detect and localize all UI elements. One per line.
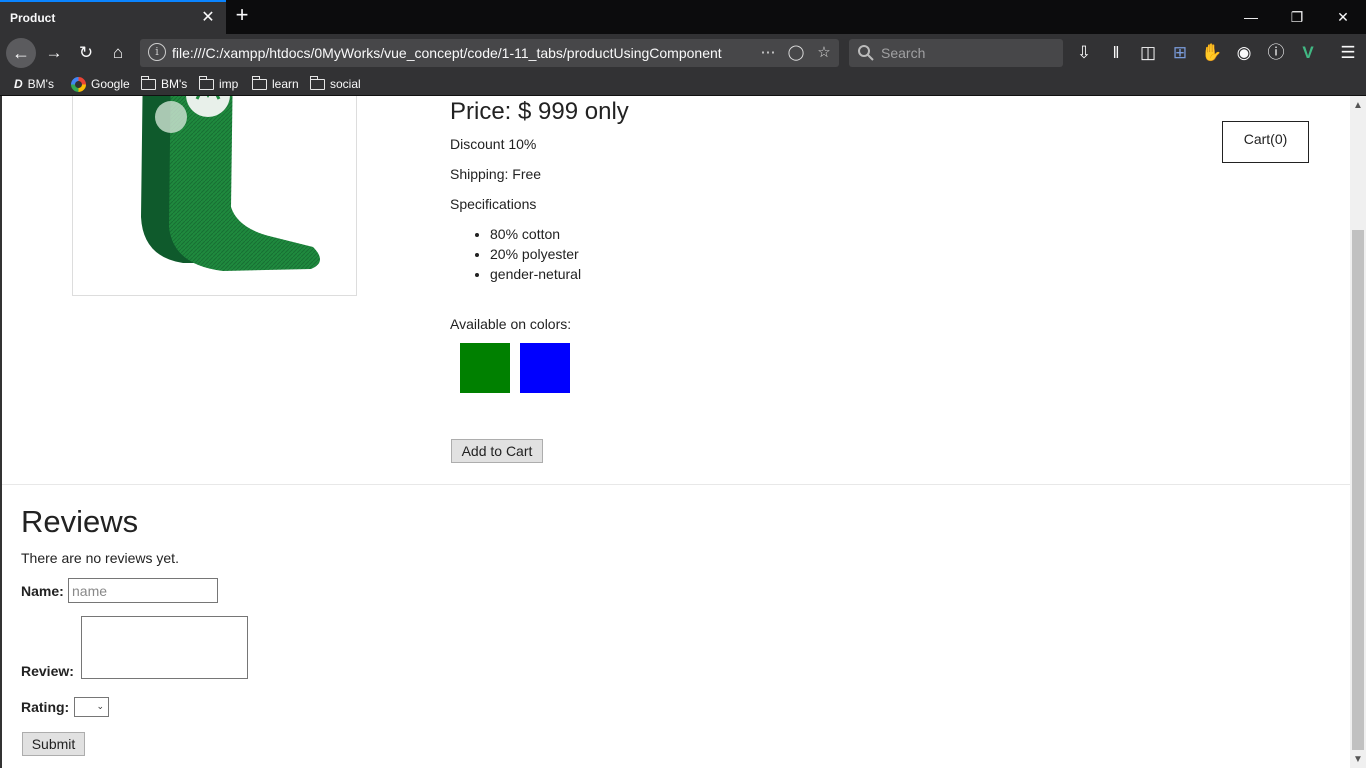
- scroll-down-icon[interactable]: ▼: [1350, 752, 1366, 768]
- specifications-heading: Specifications: [450, 196, 537, 212]
- page-viewport: Price: $ 999 only Discount 10% Shipping:…: [0, 96, 1350, 768]
- folder-icon: [251, 75, 267, 90]
- bookmark-google[interactable]: Google: [71, 75, 130, 93]
- scroll-up-icon[interactable]: ▲: [1350, 98, 1366, 114]
- download-icon[interactable]: ⇩: [1070, 39, 1098, 67]
- product-discount: Discount 10%: [450, 136, 537, 152]
- search-icon: [858, 45, 874, 61]
- url-text[interactable]: file:///C:/xampp/htdocs/0MyWorks/vue_con…: [172, 45, 728, 63]
- navigation-toolbar: ← → ↻ ⌂ i file:///C:/xampp/htdocs/0MyWor…: [0, 34, 1366, 72]
- back-arrow-icon[interactable]: ←: [6, 38, 36, 68]
- spec-item: 20% polyester: [490, 244, 581, 264]
- search-placeholder: Search: [881, 45, 926, 61]
- review-label: Review:: [21, 663, 74, 679]
- section-divider: [2, 484, 1350, 485]
- reload-icon[interactable]: ↻: [72, 39, 100, 67]
- product-image: [72, 96, 357, 296]
- search-bar[interactable]: Search: [849, 39, 1063, 67]
- page-actions-icon[interactable]: ⋯: [756, 41, 780, 65]
- close-window-icon[interactable]: ✕: [1320, 0, 1366, 34]
- folder-icon: [140, 75, 156, 90]
- cart-counter: Cart(0): [1222, 121, 1309, 163]
- google-icon: [71, 76, 86, 92]
- url-bar[interactable]: i file:///C:/xampp/htdocs/0MyWorks/vue_c…: [140, 39, 839, 67]
- forward-arrow-icon[interactable]: →: [40, 39, 68, 67]
- bookmark-label: BM's: [27, 77, 54, 91]
- bookmark-star-icon[interactable]: ☆: [812, 41, 836, 65]
- menu-icon[interactable]: ☰: [1334, 39, 1362, 67]
- bookmark-logo-icon: D: [14, 77, 23, 91]
- name-label: Name:: [21, 583, 64, 599]
- bookmark-bms-1[interactable]: D BM's: [14, 75, 54, 93]
- bookmarks-toolbar: D BM's Google BM's imp learn social: [0, 72, 1366, 96]
- tab-title: Product: [10, 11, 56, 25]
- info-icon[interactable]: i: [148, 43, 166, 61]
- name-input[interactable]: [68, 578, 218, 603]
- pocket-icon[interactable]: ◯: [784, 41, 808, 65]
- bookmark-learn[interactable]: learn: [251, 75, 299, 93]
- folder-icon: [309, 75, 325, 90]
- bookmark-social[interactable]: social: [309, 75, 361, 93]
- bookmark-label: learn: [272, 77, 299, 91]
- submit-button[interactable]: Submit: [22, 732, 85, 756]
- specifications-list: 80% cotton 20% polyester gender-netural: [490, 224, 581, 284]
- vertical-scrollbar[interactable]: ▲ ▼: [1350, 96, 1366, 768]
- scroll-thumb[interactable]: [1352, 230, 1364, 750]
- bookmark-label: BM's: [161, 77, 188, 91]
- spec-item: gender-netural: [490, 264, 581, 284]
- tab-close-icon[interactable]: ✕: [198, 8, 218, 28]
- bookmark-label: imp: [219, 77, 239, 91]
- bookmark-label: social: [330, 77, 361, 91]
- chevron-down-icon: ⌄: [96, 701, 104, 711]
- review-textarea[interactable]: [81, 616, 248, 679]
- folder-icon: [198, 75, 214, 90]
- colors-label: Available on colors:: [450, 316, 572, 332]
- tab-product[interactable]: Product ✕: [0, 0, 226, 34]
- home-icon[interactable]: ⌂: [104, 39, 132, 67]
- info-circle-icon[interactable]: ⓘ: [1262, 39, 1290, 67]
- bookmark-bms-2[interactable]: BM's: [140, 75, 188, 93]
- reviews-heading: Reviews: [21, 504, 139, 539]
- add-to-cart-button[interactable]: Add to Cart: [451, 439, 543, 463]
- bookmark-imp[interactable]: imp: [198, 75, 239, 93]
- bookmark-label: Google: [91, 77, 130, 91]
- color-swatch-green[interactable]: [460, 343, 510, 393]
- rating-select[interactable]: ⌄: [74, 697, 109, 717]
- extension-hand-icon[interactable]: ✋: [1198, 39, 1226, 67]
- new-tab-button[interactable]: +: [230, 4, 254, 28]
- vue-devtools-icon[interactable]: V: [1294, 39, 1322, 67]
- account-icon[interactable]: ◉: [1230, 39, 1258, 67]
- library-icon[interactable]: ‖: [1102, 39, 1130, 67]
- sock-image: [141, 96, 320, 271]
- restore-icon[interactable]: ❐: [1274, 0, 1320, 34]
- no-reviews-text: There are no reviews yet.: [21, 550, 179, 566]
- spec-item: 80% cotton: [490, 224, 581, 244]
- crop-icon[interactable]: ⊞: [1166, 39, 1194, 67]
- color-swatch-blue[interactable]: [520, 343, 570, 393]
- rating-label: Rating:: [21, 699, 70, 715]
- product-price: Price: $ 999 only: [450, 98, 629, 125]
- product-shipping: Shipping: Free: [450, 166, 542, 182]
- sidebar-icon[interactable]: ◫: [1134, 39, 1162, 67]
- minimize-icon[interactable]: —: [1228, 0, 1274, 34]
- title-bar: Product ✕ + — ❐ ✕: [0, 0, 1366, 34]
